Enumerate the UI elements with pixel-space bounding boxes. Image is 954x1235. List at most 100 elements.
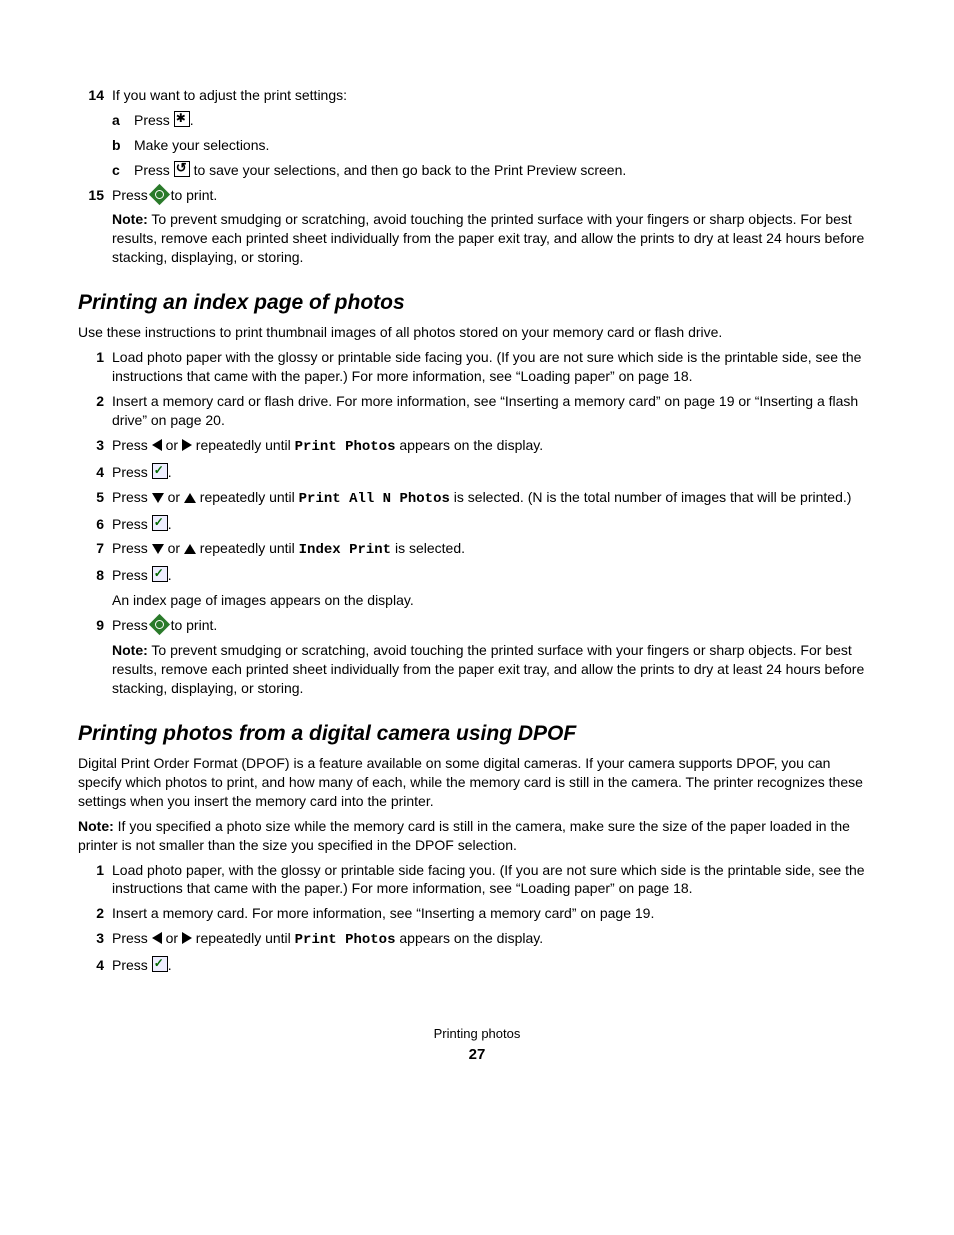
text-mid1: or: [164, 489, 184, 505]
back-icon: [174, 161, 190, 177]
left-arrow-icon: [152, 439, 162, 451]
text-post: .: [168, 516, 172, 532]
text-pre: Press: [112, 437, 152, 453]
text-post: .: [168, 957, 172, 973]
substep-letter: b: [112, 136, 134, 155]
sec2-step-3: 3 Press or repeatedly until Print Photos…: [78, 929, 876, 950]
step-number: 3: [78, 436, 112, 457]
settings-icon: [174, 111, 190, 127]
sec1-step-3: 3 Press or repeatedly until Print Photos…: [78, 436, 876, 457]
text-pre: Press: [112, 617, 152, 633]
text-pre: Press: [112, 489, 152, 505]
text-post: .: [168, 464, 172, 480]
section-heading-dpof: Printing photos from a digital camera us…: [78, 720, 876, 748]
step-body: Insert a memory card or flash drive. For…: [112, 392, 876, 430]
sec1-step-1: 1 Load photo paper with the glossy or pr…: [78, 348, 876, 386]
text-pre: Press: [112, 957, 152, 973]
text-pre: Press: [112, 187, 152, 203]
step-number: 8: [78, 566, 112, 610]
sec1-step-4: 4 Press .: [78, 463, 876, 482]
note: Note: To prevent smudging or scratching,…: [112, 210, 876, 267]
substep-14b: b Make your selections.: [112, 136, 876, 155]
step-body: If you want to adjust the print settings…: [112, 86, 876, 105]
text-pre: Press: [112, 516, 152, 532]
substep-letter: a: [112, 111, 134, 130]
text-post: appears on the display.: [395, 437, 543, 453]
step-body: Press or repeatedly until Print Photos a…: [112, 929, 876, 950]
step-body: Press or repeatedly until Print Photos a…: [112, 436, 876, 457]
text-pre: Press: [112, 567, 152, 583]
step-number: 2: [78, 904, 112, 923]
down-arrow-icon: [152, 544, 164, 554]
step-number: 2: [78, 392, 112, 430]
substep-body: Press to save your selections, and then …: [134, 161, 876, 180]
sec2-step-2: 2 Insert a memory card. For more informa…: [78, 904, 876, 923]
step-number: 7: [78, 539, 112, 560]
sec1-step-2: 2 Insert a memory card or flash drive. F…: [78, 392, 876, 430]
step-body: Press .: [112, 515, 876, 534]
step-text: If you want to adjust the print settings…: [112, 87, 347, 103]
substep-body: Make your selections.: [134, 136, 876, 155]
text-pre: Press: [134, 112, 174, 128]
sec1-step-6: 6 Press .: [78, 515, 876, 534]
right-arrow-icon: [182, 439, 192, 451]
down-arrow-icon: [152, 493, 164, 503]
step-after: An index page of images appears on the d…: [112, 591, 876, 610]
step-number: 15: [78, 186, 112, 268]
step-number: 6: [78, 515, 112, 534]
sec2-step-4: 4 Press .: [78, 956, 876, 975]
mono-text: Print Photos: [295, 932, 396, 948]
sec1-step-5: 5 Press or repeatedly until Print All N …: [78, 488, 876, 509]
step-body: Press or repeatedly until Print All N Ph…: [112, 488, 876, 509]
note-text: To prevent smudging or scratching, avoid…: [112, 211, 864, 265]
step-number: 1: [78, 348, 112, 386]
up-arrow-icon: [184, 544, 196, 554]
note-label: Note:: [112, 211, 148, 227]
substep-14a: a Press .: [112, 111, 876, 130]
step-body: Load photo paper, with the glossy or pri…: [112, 861, 876, 899]
step-body: Press to print. Note: To prevent smudgin…: [112, 616, 876, 698]
right-arrow-icon: [182, 932, 192, 944]
text-mid2: repeatedly until: [192, 437, 295, 453]
text-post: .: [168, 567, 172, 583]
text-post: to print.: [167, 187, 218, 203]
note-text: To prevent smudging or scratching, avoid…: [112, 642, 864, 696]
text-post: .: [190, 112, 194, 128]
step-body: Press to print. Note: To prevent smudgin…: [112, 186, 876, 268]
step-body: Insert a memory card. For more informati…: [112, 904, 876, 923]
select-icon: [152, 956, 168, 972]
step-body: Press .: [112, 956, 876, 975]
mono-text: Index Print: [299, 542, 391, 558]
text-mid2: repeatedly until: [196, 540, 299, 556]
note-text: If you specified a photo size while the …: [78, 818, 850, 853]
step-number: 5: [78, 488, 112, 509]
select-icon: [152, 515, 168, 531]
text-post: to print.: [167, 617, 218, 633]
step-body: Load photo paper with the glossy or prin…: [112, 348, 876, 386]
mono-text: Print Photos: [295, 439, 396, 455]
substep-14c: c Press to save your selections, and the…: [112, 161, 876, 180]
section-intro: Digital Print Order Format (DPOF) is a f…: [78, 754, 876, 811]
sec1-step-8: 8 Press . An index page of images appear…: [78, 566, 876, 610]
substep-body: Press .: [134, 111, 876, 130]
step-14: 14 If you want to adjust the print setti…: [78, 86, 876, 105]
mono-text: Print All N Photos: [299, 491, 450, 507]
text-pre: Press: [112, 464, 152, 480]
section-note: Note: If you specified a photo size whil…: [78, 817, 876, 855]
select-icon: [152, 566, 168, 582]
section-heading-index: Printing an index page of photos: [78, 289, 876, 317]
text-mid1: or: [162, 437, 182, 453]
left-arrow-icon: [152, 932, 162, 944]
step-number: 4: [78, 956, 112, 975]
note-label: Note:: [112, 642, 148, 658]
step-body: Press or repeatedly until Index Print is…: [112, 539, 876, 560]
step-body: Press . An index page of images appears …: [112, 566, 876, 610]
text-post: is selected.: [391, 540, 465, 556]
text-pre: Press: [112, 930, 152, 946]
text-post: is selected. (N is the total number of i…: [450, 489, 852, 505]
page-footer: Printing photos 27: [78, 1025, 876, 1065]
step-15: 15 Press to print. Note: To prevent smud…: [78, 186, 876, 268]
text-post: to save your selections, and then go bac…: [190, 162, 627, 178]
page-number: 27: [78, 1045, 876, 1065]
substep-letter: c: [112, 161, 134, 180]
